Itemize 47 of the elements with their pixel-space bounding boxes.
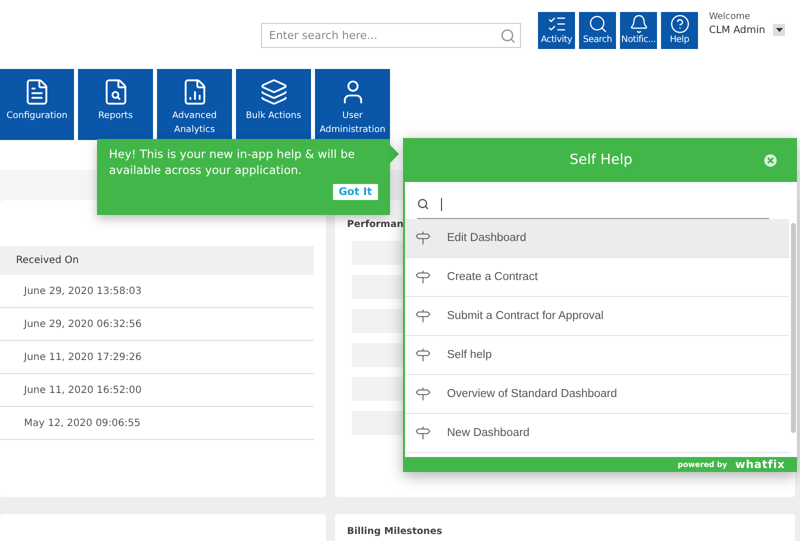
table-cell: June 29, 2020 06:32:56	[0, 308, 314, 341]
panel-title: Self Help	[570, 152, 632, 168]
help-list-item[interactable]: Create a Contract	[405, 258, 789, 297]
module-tile[interactable]: User Administration	[315, 69, 390, 140]
bell-icon	[628, 14, 648, 34]
help-list-item[interactable]: Edit Dashboard	[405, 219, 789, 258]
table-cell: June 29, 2020 13:58:03	[0, 275, 314, 308]
welcome-label: Welcome	[709, 12, 752, 22]
scrollbar-thumb[interactable]	[791, 223, 796, 433]
search-icon	[417, 198, 429, 210]
caret-icon	[776, 28, 783, 32]
panel-title: Performan	[347, 219, 404, 230]
signpost-icon	[415, 386, 431, 402]
module-tile[interactable]: Configuration	[0, 69, 74, 140]
module-tile[interactable]: Reports	[78, 69, 153, 140]
user-menu-dropdown[interactable]	[773, 24, 786, 36]
tooltip-text: Hey! This is your new in-app help & will be available across your application.	[109, 147, 356, 178]
column-header: Received On	[0, 246, 314, 275]
user-name: CLM Admin	[709, 24, 766, 36]
close-icon	[762, 152, 779, 169]
toolbar-button[interactable]: Search	[579, 12, 616, 49]
help-list-item[interactable]: New Dashboard	[405, 414, 789, 453]
brand-logo: whatfix	[735, 458, 785, 471]
signpost-icon	[415, 425, 431, 441]
close-button[interactable]	[762, 152, 779, 169]
signpost-icon	[415, 269, 431, 285]
toolbar-button[interactable]: Activity	[538, 12, 575, 49]
toolbar-button[interactable]: Help	[661, 12, 698, 49]
signpost-icon	[415, 347, 431, 363]
table-cell: May 12, 2020 09:06:55	[0, 407, 314, 440]
search-icon	[588, 14, 608, 34]
signpost-icon	[415, 230, 431, 246]
panel-title: Billing Milestones	[347, 526, 442, 538]
module-tile[interactable]: Bulk Actions	[236, 69, 311, 140]
help-list-item[interactable]: Self help	[405, 336, 789, 375]
table-cell: June 11, 2020 16:52:00	[0, 374, 314, 407]
search-box[interactable]: Enter search here...	[261, 23, 521, 48]
help-list-item[interactable]: Submit a Contract for Approval	[405, 297, 789, 336]
layers-icon	[260, 78, 288, 106]
signpost-icon	[415, 308, 431, 324]
search-icon	[500, 28, 516, 44]
table-cell: June 11, 2020 17:29:26	[0, 341, 314, 374]
help-list-item[interactable]: Overview of Standard Dashboard	[405, 375, 789, 414]
toolbar-button[interactable]: Notific...	[620, 12, 657, 49]
text-cursor	[441, 198, 442, 210]
help-icon	[670, 14, 690, 34]
module-tile[interactable]: Advanced Analytics	[157, 69, 232, 140]
